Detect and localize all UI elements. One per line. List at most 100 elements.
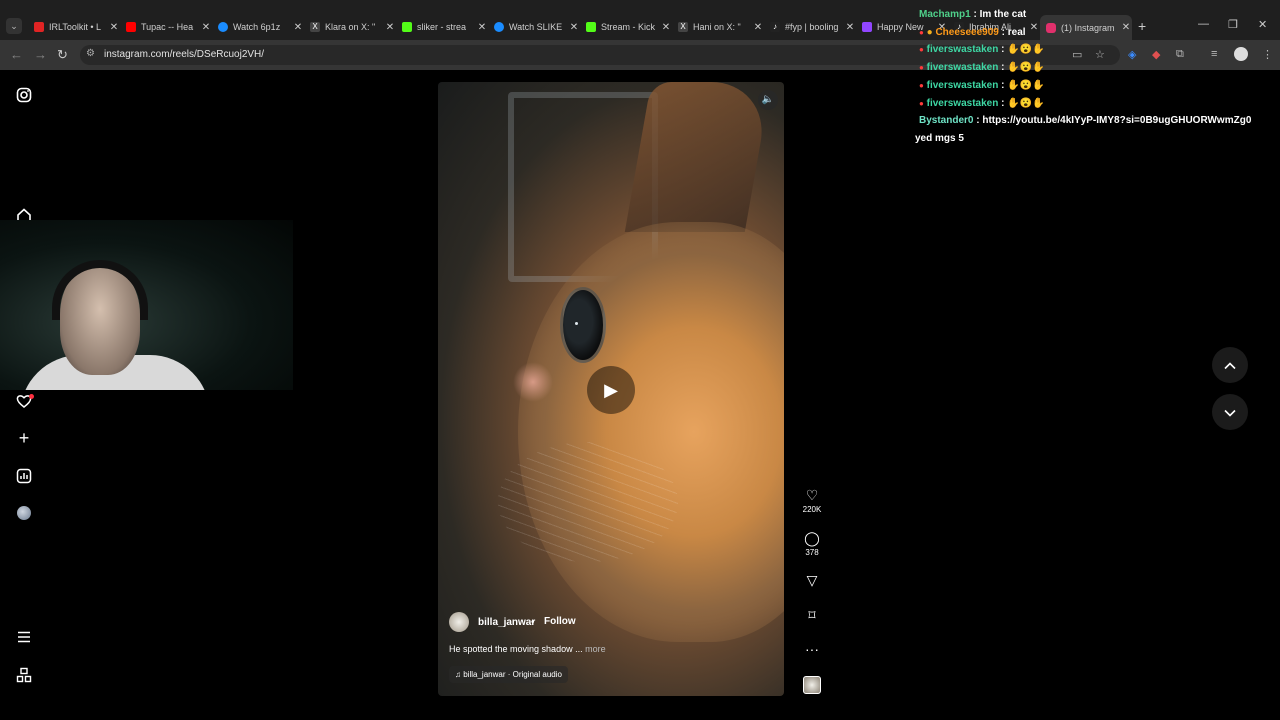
separator-dot: • [531,617,535,628]
reload-icon[interactable]: ↻ [57,47,68,63]
plus-icon[interactable]: + [16,429,32,447]
close-tab-icon[interactable]: ✕ [384,22,396,33]
extension-icon[interactable]: ◆ [1152,48,1160,61]
save-button[interactable]: ⌑ [800,607,824,623]
tab-title: Watch 6p1z [233,22,281,32]
chat-message: ● fiverswastaken : ✋😮✋ [919,62,1045,73]
follow-button[interactable]: Follow [544,616,576,627]
instagram-favicon [1046,22,1056,33]
tab-favicon [402,22,412,32]
browser-tab-active[interactable]: (1) Instagram ✕ [1040,15,1132,40]
reel-video[interactable]: 🔈 ▶ billa_janwar • Follow He spotted the… [438,82,784,696]
chat-separator: : [970,9,980,20]
close-tab-icon[interactable]: ✕ [1120,22,1132,33]
chat-text: Im the cat [979,9,1027,20]
chat-message: yed mgs 5 [915,133,964,144]
previous-reel-button[interactable] [1212,347,1248,383]
chat-separator: : [998,27,1008,38]
browser-tab[interactable]: X Hani on X: " ✕ [672,17,764,37]
comment-button[interactable]: ◯ 378 [800,530,824,557]
audio-label: billa_janwar · Original audio [463,670,562,679]
close-tab-icon[interactable]: ✕ [752,22,764,33]
forward-icon[interactable]: → [34,47,47,62]
tab-title: Hani on X: " [693,22,741,32]
close-window-icon[interactable]: ✕ [1258,18,1267,31]
tab-search-button[interactable]: ⌄ [6,18,22,34]
more-options-button[interactable]: ··· [800,641,824,657]
install-app-icon[interactable]: ▭ [1072,48,1082,61]
browser-tab[interactable]: Watch SLIKE ✕ [488,17,580,37]
play-icon[interactable]: ▶ [587,366,635,414]
audio-thumbnail[interactable] [803,676,821,694]
close-tab-icon[interactable]: ✕ [200,22,212,33]
badge-icon: ● [919,45,924,54]
profile-avatar[interactable] [17,506,31,520]
close-tab-icon[interactable]: ✕ [1028,22,1040,33]
chat-message: ● fiverswastaken : ✋😮✋ [919,44,1045,55]
chat-username: Machamp1 [919,9,971,20]
chat-text: real [1007,27,1026,38]
coin-badge-icon: ● [926,27,933,38]
share-button[interactable]: ▽ [800,572,824,588]
close-tab-icon[interactable]: ✕ [108,22,120,33]
browser-tab[interactable]: sliker - strea ✕ [396,17,488,37]
music-note-icon: ♫ [455,670,461,679]
apps-icon[interactable] [16,667,32,683]
badge-icon: ● [919,99,924,108]
browser-tab[interactable]: X Klara on X: " ✕ [304,17,396,37]
browser-tab[interactable]: ♪ #fyp | booling ✕ [764,17,856,37]
browser-tab[interactable]: Stream - Kick ✕ [580,17,672,37]
caption-more-link[interactable]: more [585,644,606,654]
tab-favicon [218,22,228,32]
new-tab-button[interactable]: + [1138,18,1146,34]
instagram-icon[interactable] [16,87,32,103]
chat-username: fiverswastaken [926,98,999,109]
extensions-puzzle-icon[interactable]: ⧉ [1176,48,1184,61]
x-logo-icon: X [678,22,688,32]
media-controls-icon[interactable]: ≡ [1211,48,1217,60]
bookmark-star-icon[interactable]: ☆ [1095,48,1105,61]
profile-avatar[interactable] [1234,47,1248,61]
close-tab-icon[interactable]: ✕ [476,22,488,33]
original-audio-link[interactable]: ♫ billa_janwar · Original audio [449,666,568,683]
tab-favicon [586,22,596,32]
chat-text: yed mgs 5 [915,133,964,144]
chat-message: ● fiverswastaken : ✋😮✋ [919,98,1045,109]
site-info-icon[interactable]: ⚙ [86,48,95,59]
dashboard-icon[interactable] [16,468,32,484]
close-tab-icon[interactable]: ✕ [844,22,856,33]
tab-title: (1) Instagram [1061,22,1115,33]
screen: ⌄ IRLToolkit • L ✕ Tupac -- Hea ✕ Watch 6p… [0,0,1280,720]
extension-icon[interactable]: ◈ [1128,48,1136,61]
chat-text: ✋😮✋ [1007,62,1045,73]
chat-separator: : [998,62,1008,73]
chat-text: ✋😮✋ [1007,80,1045,91]
browser-tab[interactable]: Watch 6p1z ✕ [212,17,304,37]
menu-icon[interactable] [16,629,32,645]
volume-icon[interactable]: 🔈 [758,90,778,110]
close-tab-icon[interactable]: ✕ [660,22,672,33]
tab-title: Tupac -- Hea [141,22,194,32]
next-reel-button[interactable] [1212,394,1248,430]
cat-ear [624,82,772,232]
reel-author-avatar[interactable] [449,612,469,632]
reel-author-username[interactable]: billa_janwar [478,617,535,628]
back-icon[interactable]: ← [10,47,23,62]
close-tab-icon[interactable]: ✕ [568,22,580,33]
close-tab-icon[interactable]: ✕ [292,22,304,33]
heart-icon: ♡ [805,487,819,503]
browser-tab[interactable]: IRLToolkit • L ✕ [28,17,120,37]
caption-text: He spotted the moving shadow ... [449,644,583,654]
browser-tab[interactable]: Tupac -- Hea ✕ [120,17,212,37]
tab-title: Stream - Kick [601,22,656,32]
browser-tab-bar: ⌄ IRLToolkit • L ✕ Tupac -- Hea ✕ Watch 6p… [0,0,1280,40]
menu-kebab-icon[interactable]: ⋮ [1262,48,1273,61]
badge-icon: ● [919,63,924,72]
minimize-icon[interactable]: — [1198,18,1209,30]
like-button[interactable]: ♡ 220K [800,487,824,514]
tab-favicon [494,22,504,32]
restore-icon[interactable]: ❐ [1228,18,1238,31]
chat-username: fiverswastaken [926,80,999,91]
chat-separator: : [998,98,1008,109]
tab-favicon [862,22,872,32]
